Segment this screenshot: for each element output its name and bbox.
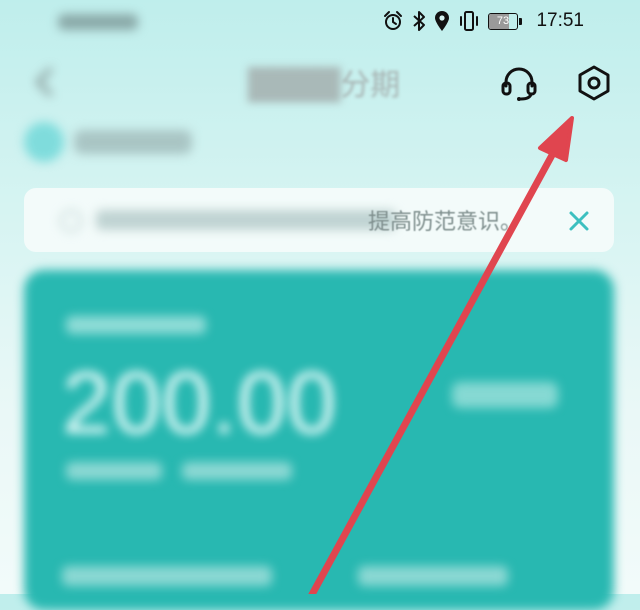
notice-text: 提高防范意识。 <box>368 210 523 235</box>
card-action-button[interactable] <box>452 382 558 408</box>
carrier-info <box>58 14 138 30</box>
settings-icon[interactable] <box>576 64 612 102</box>
battery-icon: 73 <box>488 12 522 30</box>
battery-level: 73 <box>496 14 510 27</box>
page-title-blurred: ████ <box>248 68 341 103</box>
close-icon[interactable] <box>566 208 592 234</box>
status-icons: 73 <box>382 9 522 33</box>
card-sub-info <box>66 462 162 480</box>
headset-icon[interactable] <box>500 64 538 102</box>
brand-name <box>74 130 192 154</box>
card-sub-info-2 <box>182 462 292 480</box>
bluetooth-icon <box>412 10 426 32</box>
card-footer-right <box>358 566 508 586</box>
brand-logo <box>24 122 64 162</box>
alarm-icon <box>382 10 404 32</box>
back-icon[interactable] <box>28 62 62 102</box>
card-footer-left <box>62 566 272 586</box>
page-title: ████分期 <box>248 60 400 104</box>
page-title-suffix: 分期 <box>340 68 401 103</box>
card-label <box>66 316 206 334</box>
location-icon <box>434 10 450 32</box>
clock: 17:51 <box>536 10 584 31</box>
vibrate-icon <box>458 10 480 32</box>
status-bar: 73 17:51 <box>0 0 640 44</box>
notice-icon <box>60 210 82 232</box>
card-amount: 200.00 <box>62 353 338 452</box>
notice-text-blurred <box>96 210 396 230</box>
